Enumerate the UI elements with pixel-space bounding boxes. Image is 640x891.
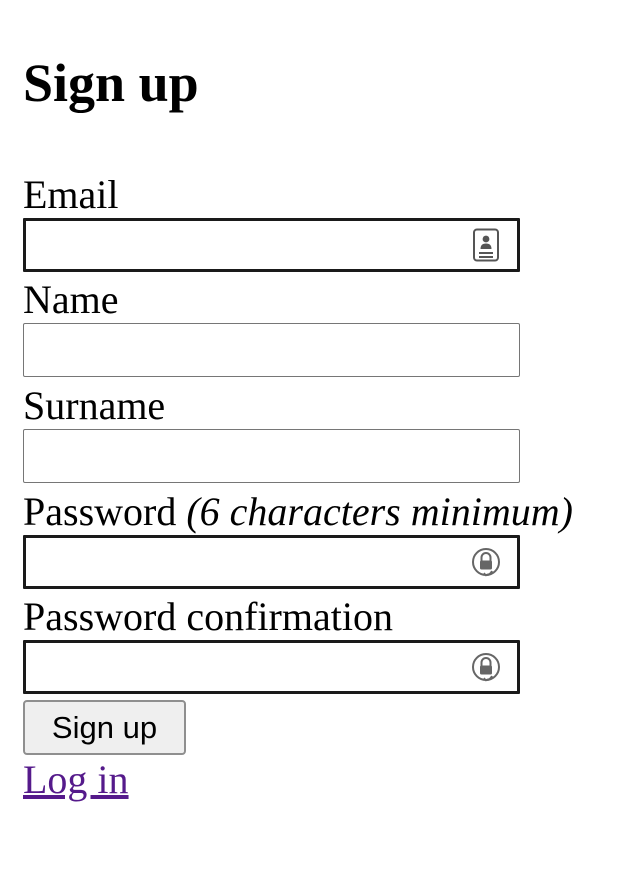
surname-field[interactable] — [23, 429, 520, 483]
password-confirmation-label: Password confirmation — [23, 594, 393, 639]
password-manager-lock-icon[interactable] — [471, 650, 501, 684]
page-title: Sign up — [23, 53, 199, 113]
name-input[interactable] — [30, 330, 470, 366]
password-field-group: Password (6 characters minimum) — [23, 489, 573, 589]
autofill-contact-card-icon[interactable] — [471, 228, 501, 262]
email-input[interactable] — [32, 227, 472, 263]
password-confirmation-field-group: Password confirmation — [23, 594, 520, 694]
password-label: Password (6 characters minimum) — [23, 489, 573, 535]
name-field-group: Name — [23, 277, 520, 377]
password-manager-lock-icon[interactable] — [471, 545, 501, 579]
name-label: Name — [23, 277, 119, 322]
email-label: Email — [23, 172, 119, 217]
password-input[interactable] — [32, 544, 472, 580]
password-label-text: Password — [23, 489, 177, 534]
email-field-group: Email — [23, 172, 520, 272]
email-field[interactable] — [23, 218, 520, 272]
password-confirmation-input[interactable] — [32, 649, 472, 685]
surname-label: Surname — [23, 383, 166, 428]
name-field[interactable] — [23, 323, 520, 377]
surname-field-group: Surname — [23, 383, 520, 483]
password-field[interactable] — [23, 535, 520, 589]
log-in-link[interactable]: Log in — [23, 756, 129, 804]
password-confirmation-field[interactable] — [23, 640, 520, 694]
surname-input[interactable] — [30, 436, 470, 472]
password-hint: (6 characters minimum) — [186, 489, 573, 534]
sign-up-button[interactable]: Sign up — [23, 700, 186, 755]
